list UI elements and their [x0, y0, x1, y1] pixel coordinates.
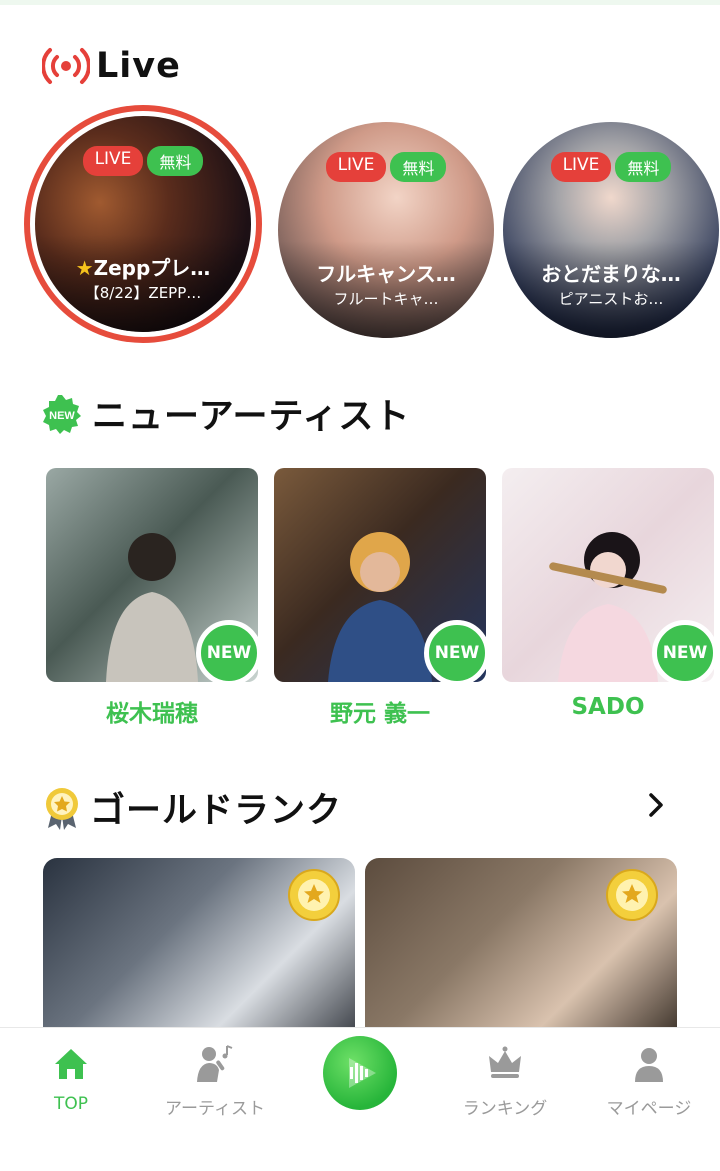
live-badge: LIVE [325, 152, 387, 182]
live-item-title: Zeppプレ… [93, 256, 211, 280]
free-badge: 無料 [615, 152, 672, 182]
home-icon [55, 1049, 87, 1079]
free-badge: 無料 [147, 146, 204, 176]
person-silhouette [106, 533, 198, 682]
nav-label: アーティスト [165, 1099, 265, 1119]
artist-photo: NEW [274, 468, 486, 682]
gold-medal-icon [46, 787, 78, 830]
new-badge: NEW [652, 620, 714, 682]
live-section-header: Live [42, 44, 181, 88]
artist-photo: NEW [502, 468, 714, 682]
nav-top[interactable]: TOP [6, 1042, 136, 1114]
nav-mypage[interactable]: マイページ [584, 1042, 714, 1119]
chevron-right-icon[interactable] [644, 791, 668, 819]
gold-rank-card[interactable] [365, 858, 677, 1038]
nav-ranking[interactable]: ランキング [440, 1042, 570, 1119]
artist-photo: NEW [46, 468, 258, 682]
live-item[interactable]: LIVE 無料 フルキャンス… フルートキャ… [278, 122, 494, 338]
live-item-subtitle: ピアニストお… [558, 290, 664, 308]
top-divider [0, 0, 720, 5]
crown-icon [489, 1046, 521, 1078]
free-badge: 無料 [390, 152, 447, 182]
live-item-subtitle: 【8/22】ZEPP… [84, 284, 202, 302]
live-item-title: おとだまりな… [541, 262, 681, 286]
new-badge-icon: NEW [43, 394, 81, 434]
gold-rank-section-header: ゴールドランク [42, 782, 342, 833]
person-silhouette [328, 532, 432, 682]
gold-medal-icon [288, 869, 340, 921]
artist-name: 桜木瑞穂 [106, 701, 198, 727]
live-item[interactable]: LIVE 無料 ★Zeppプレ… 【8/22】ZEPP… [35, 116, 251, 332]
nav-label: マイページ [606, 1099, 692, 1119]
singer-icon [197, 1045, 233, 1082]
person-silhouette [549, 532, 667, 682]
nav-artist[interactable]: アーティスト [150, 1042, 280, 1119]
live-badge: LIVE [550, 152, 612, 182]
new-badge: NEW [424, 620, 486, 682]
svg-text:NEW: NEW [49, 410, 75, 422]
new-artist-section-title: ニューアーティスト [92, 397, 411, 437]
artist-card[interactable]: NEW 野元 義一 [274, 468, 486, 728]
gold-rank-section-title: ゴールドランク [90, 791, 343, 831]
nav-label: TOP [53, 1094, 89, 1114]
new-badge: NEW [196, 620, 258, 682]
artist-name: 野元 義一 [329, 701, 430, 727]
broadcast-icon [42, 48, 90, 84]
bottom-nav: TOP アーティスト ランキング マイページ [0, 1027, 720, 1171]
star-icon: ★ [75, 256, 94, 280]
new-artist-section-header: NEW ニューアーティスト [42, 388, 410, 439]
live-item-title: フルキャンス… [316, 262, 456, 286]
live-item-subtitle: フルートキャ… [333, 290, 439, 308]
live-badge: LIVE [82, 146, 144, 176]
artist-card[interactable]: NEW 桜木瑞穂 [46, 468, 258, 728]
gold-rank-card[interactable] [43, 858, 355, 1038]
play-wave-icon [349, 1058, 376, 1088]
live-section-title: Live [96, 46, 181, 86]
user-icon [635, 1048, 663, 1082]
live-item[interactable]: LIVE 無料 おとだまりな… ピアニストお… [503, 122, 719, 338]
play-button[interactable] [323, 1036, 397, 1110]
artist-card[interactable]: NEW SADO [502, 468, 714, 720]
nav-label: ランキング [462, 1099, 548, 1119]
gold-medal-icon [606, 869, 658, 921]
artist-name: SADO [571, 694, 645, 720]
